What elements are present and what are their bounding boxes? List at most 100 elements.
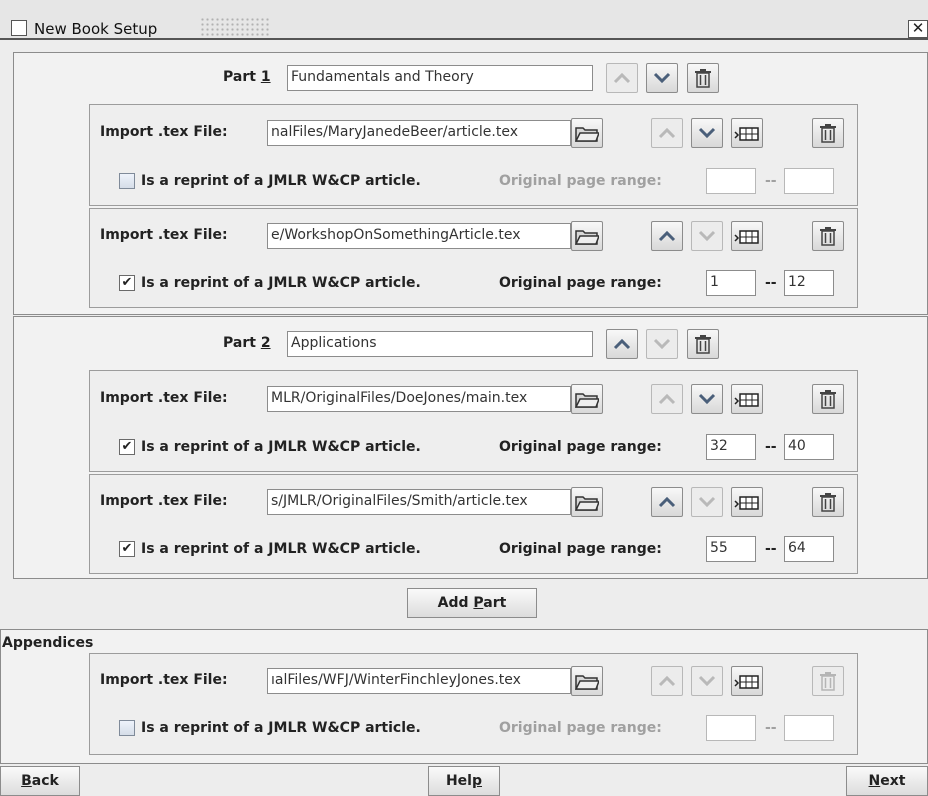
chevron-up-icon [658, 675, 676, 687]
range-end-input[interactable]: 40 [784, 434, 834, 460]
article-move-up-button[interactable] [651, 118, 683, 148]
range-start-input[interactable] [706, 168, 756, 194]
chevron-down-icon [653, 72, 671, 84]
article-move-down-button[interactable] [691, 666, 723, 696]
chevron-up-icon [658, 496, 676, 508]
chevron-down-icon [653, 338, 671, 350]
import-tex-path-input[interactable]: e/WorkshopOnSomethingArticle.tex [267, 223, 571, 249]
chevron-up-icon [658, 127, 676, 139]
import-tex-label: Import .tex File: [100, 493, 228, 509]
range-end-input[interactable] [784, 168, 834, 194]
browse-file-button[interactable] [571, 384, 603, 414]
reprint-checkbox[interactable]: ✔ [119, 541, 135, 557]
article-delete-button[interactable] [812, 221, 844, 251]
article-move-down-button[interactable] [691, 487, 723, 517]
chevron-down-icon [698, 393, 716, 405]
browse-file-button[interactable] [571, 487, 603, 517]
back-button[interactable]: Back [0, 766, 80, 796]
reprint-label: Is a reprint of a JMLR W&CP article. [141, 720, 421, 736]
article-move-up-button[interactable] [651, 221, 683, 251]
move-to-part-button[interactable] [731, 384, 763, 414]
browse-file-button[interactable] [571, 118, 603, 148]
browse-file-button[interactable] [571, 221, 603, 251]
move-to-part-button[interactable] [731, 487, 763, 517]
part-2-move-down-button[interactable] [646, 329, 678, 359]
range-end-input[interactable]: 64 [784, 536, 834, 562]
article-move-down-button[interactable] [691, 118, 723, 148]
article-move-up-button[interactable] [651, 384, 683, 414]
import-tex-label: Import .tex File: [100, 227, 228, 243]
window-menu-icon[interactable] [11, 20, 27, 36]
range-start-input[interactable]: 32 [706, 434, 756, 460]
article-panel-p2-a1: Import .tex File: MLR/OriginalFiles/DoeJ… [89, 370, 858, 472]
reprint-label: Is a reprint of a JMLR W&CP article. [141, 541, 421, 557]
table-arrow-icon [734, 675, 759, 689]
table-arrow-icon [734, 496, 759, 510]
article-move-down-button[interactable] [691, 384, 723, 414]
reprint-checkbox[interactable] [119, 173, 135, 189]
reprint-label: Is a reprint of a JMLR W&CP article. [141, 173, 421, 189]
import-tex-label: Import .tex File: [100, 390, 228, 406]
import-tex-label: Import .tex File: [100, 672, 228, 688]
page-range-label: Original page range: [499, 275, 662, 291]
appendices-heading: Appendices [2, 635, 94, 651]
part-1-move-down-button[interactable] [646, 63, 678, 93]
range-end-input[interactable] [784, 715, 834, 741]
part-1-title-input[interactable]: Fundamentals and Theory [287, 65, 593, 91]
move-to-part-button[interactable] [731, 221, 763, 251]
part-2-panel: Part 2 Applications Import .tex File: ML… [13, 316, 928, 579]
article-delete-button[interactable] [812, 384, 844, 414]
help-button[interactable]: Help [428, 766, 500, 796]
reprint-checkbox[interactable]: ✔ [119, 275, 135, 291]
article-panel-p2-a2: Import .tex File: s/JMLR/OriginalFiles/S… [89, 474, 858, 574]
appendices-panel: Appendices Import .tex File: ıalFiles/WF… [0, 629, 928, 764]
article-move-up-button[interactable] [651, 487, 683, 517]
article-delete-button[interactable] [812, 666, 844, 696]
range-separator: -- [765, 275, 777, 291]
import-tex-path-input[interactable]: ıalFiles/WFJ/WinterFinchleyJones.tex [267, 668, 571, 694]
part-1-panel: Part 1 Fundamentals and Theory Import .t… [13, 52, 928, 315]
reprint-checkbox[interactable] [119, 720, 135, 736]
article-delete-button[interactable] [812, 487, 844, 517]
close-window-button[interactable]: ✕ [908, 20, 928, 38]
page-range-label: Original page range: [499, 439, 662, 455]
reprint-checkbox[interactable]: ✔ [119, 439, 135, 455]
part-1-label: Part 1 [223, 69, 271, 85]
part-2-delete-button[interactable] [687, 329, 719, 359]
part-2-label: Part 2 [223, 335, 271, 351]
title-bar[interactable]: New Book Setup ✕ [0, 0, 928, 40]
range-start-input[interactable]: 55 [706, 536, 756, 562]
article-panel-appendix: Import .tex File: ıalFiles/WFJ/WinterFin… [89, 653, 858, 755]
trash-icon [820, 390, 836, 409]
browse-file-button[interactable] [571, 666, 603, 696]
import-tex-path-input[interactable]: s/JMLR/OriginalFiles/Smith/article.tex [267, 489, 571, 515]
move-to-part-button[interactable] [731, 666, 763, 696]
part-1-delete-button[interactable] [687, 63, 719, 93]
part-1-move-up-button[interactable] [606, 63, 638, 93]
import-tex-path-input[interactable]: MLR/OriginalFiles/DoeJones/main.tex [267, 386, 571, 412]
table-arrow-icon [734, 393, 759, 407]
chevron-down-icon [698, 230, 716, 242]
part-2-move-up-button[interactable] [606, 329, 638, 359]
range-start-input[interactable] [706, 715, 756, 741]
range-separator: -- [765, 173, 777, 189]
range-end-input[interactable]: 12 [784, 270, 834, 296]
add-part-button[interactable]: Add Part [407, 588, 537, 618]
chevron-up-icon [658, 230, 676, 242]
article-move-up-button[interactable] [651, 666, 683, 696]
table-arrow-icon [734, 230, 759, 244]
table-arrow-icon [734, 127, 759, 141]
trash-icon [820, 493, 836, 512]
part-2-title-input[interactable]: Applications [287, 331, 593, 357]
move-to-part-button[interactable] [731, 118, 763, 148]
article-move-down-button[interactable] [691, 221, 723, 251]
range-start-input[interactable]: 1 [706, 270, 756, 296]
range-separator: -- [765, 720, 777, 736]
article-delete-button[interactable] [812, 118, 844, 148]
article-panel-p1-a1: Import .tex File: nalFiles/MaryJanedeBee… [89, 104, 858, 206]
import-tex-path-input[interactable]: nalFiles/MaryJanedeBeer/article.tex [267, 120, 571, 146]
range-separator: -- [765, 439, 777, 455]
next-button[interactable]: Next [846, 766, 928, 796]
chevron-up-icon [613, 338, 631, 350]
range-separator: -- [765, 541, 777, 557]
